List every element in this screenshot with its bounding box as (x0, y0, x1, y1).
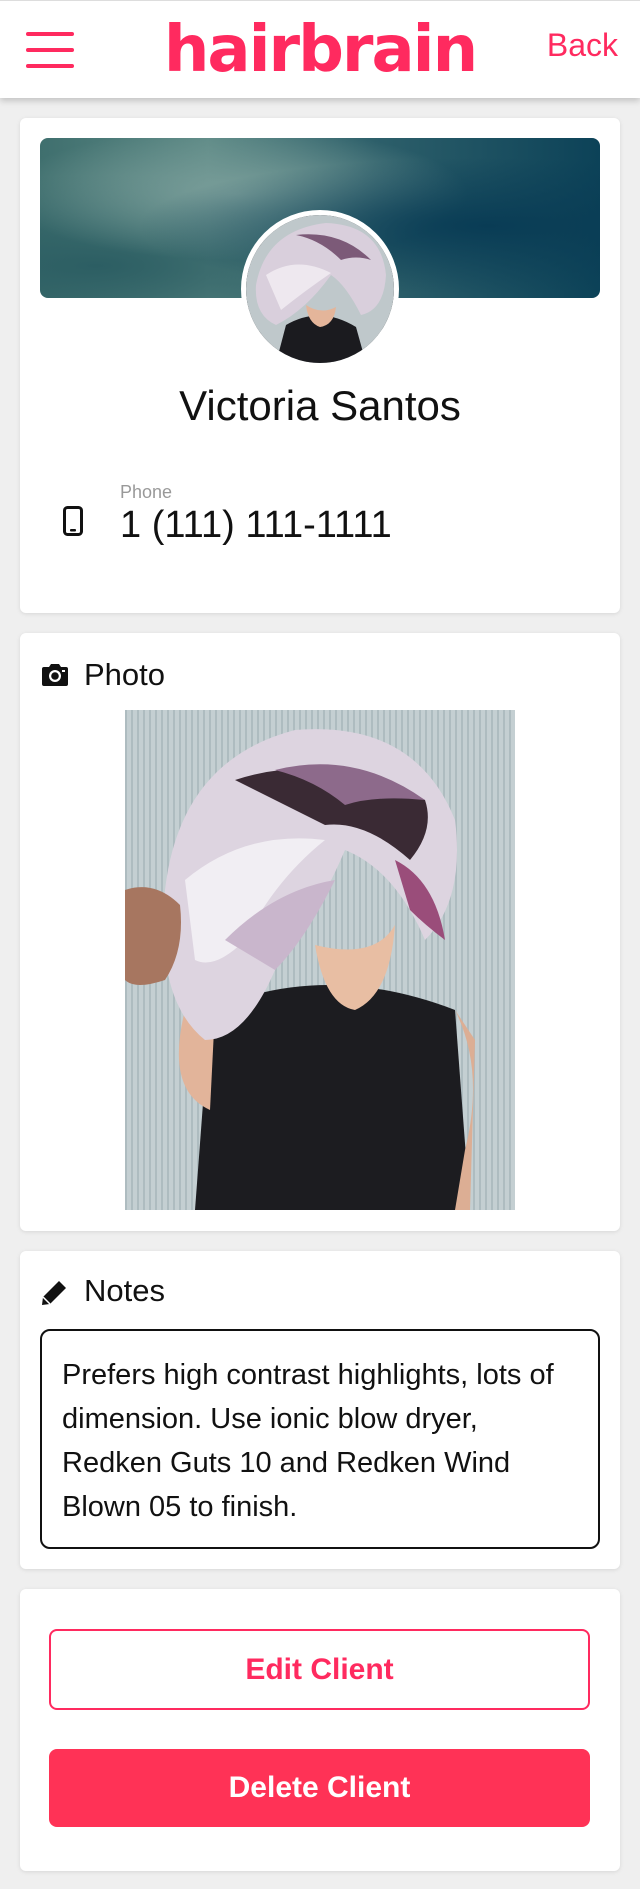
phone-label: Phone (120, 482, 173, 502)
notes-section-title: Notes (84, 1273, 165, 1308)
pencil-icon (42, 1281, 66, 1305)
mobile-phone-icon (63, 506, 83, 536)
delete-client-button[interactable]: Delete Client (49, 1749, 590, 1827)
photo-section-title: Photo (84, 657, 166, 692)
edit-client-button[interactable]: Edit Client (49, 1629, 590, 1710)
avatar-image (246, 215, 394, 363)
client-photo-image (125, 710, 515, 1210)
avatar[interactable] (241, 210, 399, 368)
client-name: Victoria Santos (179, 382, 461, 429)
camera-icon (42, 664, 68, 686)
back-button[interactable]: Back (547, 27, 618, 64)
app-logo: hairbrain (163, 13, 478, 87)
phone-number[interactable]: 1 (111) 111-1111 (120, 504, 392, 547)
actions-card: Edit Client Delete Client (20, 1589, 620, 1871)
photo-card: Photo (20, 633, 620, 1231)
app-header: hairbrain Back (0, 0, 640, 98)
notes-card: Notes Prefers high contrast highlights, … (20, 1251, 620, 1569)
client-photo[interactable] (125, 710, 515, 1210)
profile-card: Victoria Santos Phone 1 (111) 111-1111 (20, 118, 620, 613)
notes-text[interactable]: Prefers high contrast highlights, lots o… (40, 1329, 600, 1549)
